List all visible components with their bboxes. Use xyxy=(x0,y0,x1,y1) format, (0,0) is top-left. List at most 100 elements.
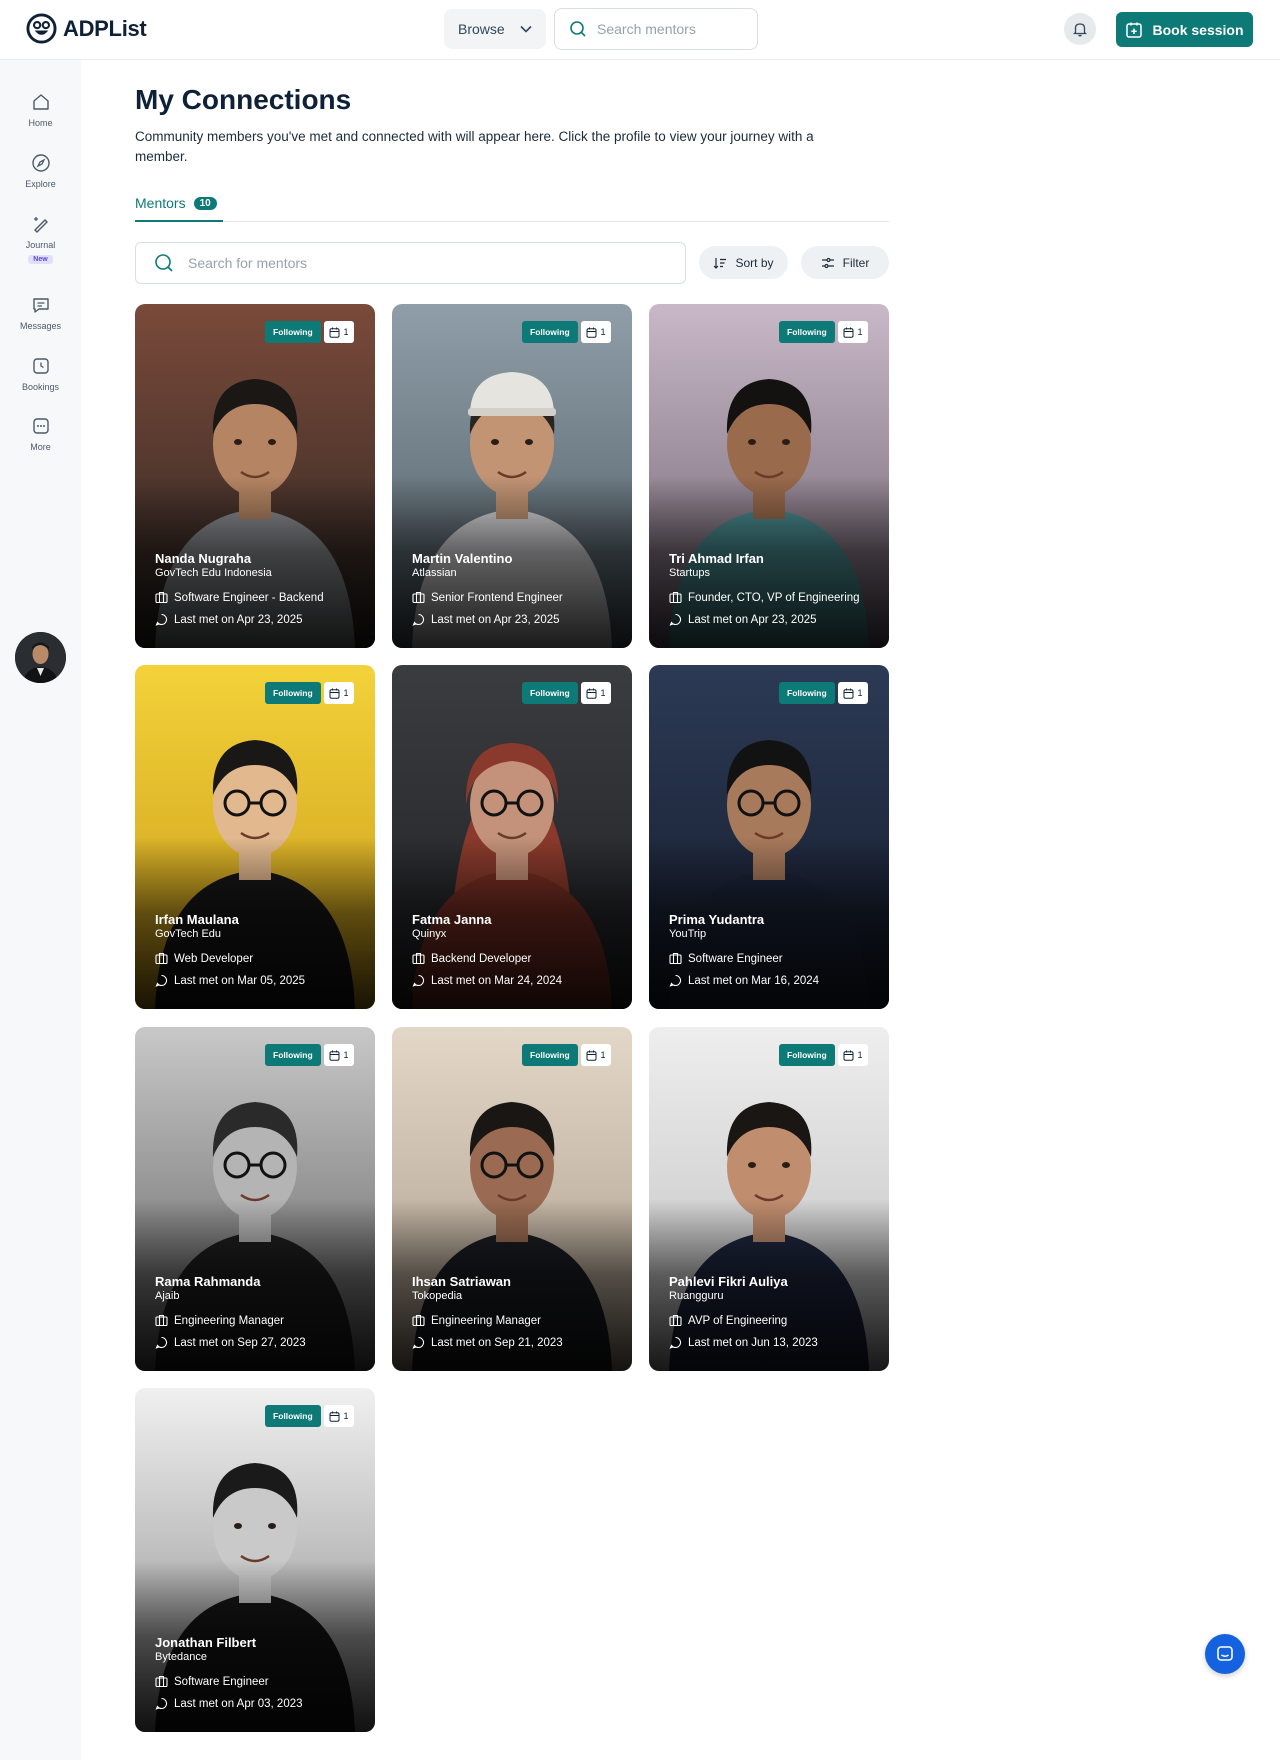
mentor-name: Ihsan Satriawan xyxy=(412,1274,511,1289)
avatar-image xyxy=(15,632,66,683)
sidebar-item-bookings[interactable]: Bookings xyxy=(0,356,81,392)
mentor-name: Nanda Nugraha xyxy=(155,551,252,566)
session-count-badge: 1 xyxy=(324,1044,354,1066)
clock-icon xyxy=(32,358,49,374)
browse-dropdown[interactable]: Browse xyxy=(444,9,546,49)
following-badge: Following xyxy=(522,682,578,704)
calendar-icon xyxy=(586,327,597,338)
mentor-role-text: Senior Frontend Engineer xyxy=(431,591,563,604)
mentor-card[interactable]: Following 1 Irfan Maulana GovTech Edu Web De… xyxy=(135,665,375,1009)
session-count: 1 xyxy=(343,1411,349,1421)
mentor-card[interactable]: Following 1 Pahlevi Fikri Auliya Ruangguru A… xyxy=(649,1027,889,1371)
sidebar-item-label: Messages xyxy=(19,321,62,331)
session-count-badge: 1 xyxy=(581,321,611,343)
app-name: ADPList xyxy=(63,15,147,41)
mentor-card[interactable]: Following 1 Rama Rahmanda Ajaib Engineering … xyxy=(135,1027,375,1371)
message-circle-icon xyxy=(412,1336,425,1349)
home-icon xyxy=(32,94,49,110)
book-session-label: Book session xyxy=(1152,21,1244,38)
mentor-last-met-text: Last met on Mar 24, 2024 xyxy=(431,974,563,987)
tab-count-badge: 10 xyxy=(193,197,217,210)
sidebar-item-label: Journal xyxy=(25,240,56,250)
mentor-role: Backend Developer xyxy=(412,952,531,965)
mentor-last-met: Last met on Sep 21, 2023 xyxy=(412,1336,563,1349)
sort-icon xyxy=(714,257,727,269)
calendar-icon xyxy=(329,327,340,338)
mentor-company: Ruangguru xyxy=(669,1290,724,1302)
mentor-last-met: Last met on Apr 23, 2025 xyxy=(669,613,817,626)
support-chat-button[interactable] xyxy=(1205,1634,1245,1674)
mentor-search-input[interactable] xyxy=(188,255,668,271)
building-icon xyxy=(412,1314,425,1327)
message-circle-icon xyxy=(155,613,168,626)
mentor-company: Tokopedia xyxy=(412,1290,463,1302)
header-search[interactable] xyxy=(554,8,758,50)
sidebar-item-home[interactable]: Home xyxy=(0,92,81,128)
sort-button[interactable]: Sort by xyxy=(699,246,788,279)
filter-label: Filter xyxy=(842,255,870,270)
calendar-icon xyxy=(586,688,597,699)
mentor-card[interactable]: Following 1 Fatma Janna Quinyx Backend Devel… xyxy=(392,665,632,1009)
mentor-last-met: Last met on Sep 27, 2023 xyxy=(155,1336,306,1349)
calendar-icon xyxy=(843,688,854,699)
calendar-icon xyxy=(843,327,854,338)
sidebar-item-more[interactable]: More xyxy=(0,416,81,452)
adplist-logo[interactable]: ADPList xyxy=(26,13,147,44)
mentor-last-met: Last met on Mar 05, 2025 xyxy=(155,974,305,987)
logo-smiley-icon xyxy=(26,13,57,44)
mentor-card[interactable]: Following 1 Martin Valentino Atlassian Senio… xyxy=(392,304,632,648)
sidebar-item-messages[interactable]: Messages xyxy=(0,295,81,331)
mentor-company: GovTech Edu xyxy=(155,928,222,940)
left-sidebar: Home Explore Journal New Messages Bookin… xyxy=(0,60,81,1760)
sidebar-item-journal[interactable]: Journal New xyxy=(0,214,81,264)
building-icon xyxy=(155,952,168,965)
mentor-card[interactable]: Following 1 Jonathan Filbert Bytedance Softw… xyxy=(135,1388,375,1732)
session-count: 1 xyxy=(343,688,349,698)
mentor-card[interactable]: Following 1 Tri Ahmad Irfan Startups Founder… xyxy=(649,304,889,648)
calendar-plus-icon xyxy=(1126,22,1143,38)
mentor-role: Engineering Manager xyxy=(412,1314,541,1327)
header-search-input[interactable] xyxy=(597,21,747,37)
session-count: 1 xyxy=(857,1050,863,1060)
mentor-card[interactable]: Following 1 Nanda Nugraha GovTech Edu Indon… xyxy=(135,304,375,648)
mentor-card[interactable]: Following 1 Ihsan Satriawan Tokopedia Engine… xyxy=(392,1027,632,1371)
message-circle-icon xyxy=(155,1336,168,1349)
ellipsis-icon xyxy=(32,418,49,434)
mentor-company: YouTrip xyxy=(669,928,707,940)
mentor-role: Senior Frontend Engineer xyxy=(412,591,563,604)
mentor-last-met-text: Last met on Apr 23, 2025 xyxy=(431,613,560,626)
message-circle-icon xyxy=(669,613,682,626)
message-circle-icon xyxy=(669,974,682,987)
following-badge: Following xyxy=(265,1044,321,1066)
mentor-name: Fatma Janna xyxy=(412,912,492,927)
session-count-badge: 1 xyxy=(581,1044,611,1066)
following-badge: Following xyxy=(265,682,321,704)
following-badge: Following xyxy=(522,1044,578,1066)
filter-button[interactable]: Filter xyxy=(801,246,889,279)
mentor-last-met-text: Last met on Sep 27, 2023 xyxy=(174,1336,306,1349)
sidebar-item-explore[interactable]: Explore xyxy=(0,153,81,189)
mentor-role-text: Software Engineer xyxy=(174,1675,269,1688)
session-count-badge: 1 xyxy=(581,682,611,704)
following-badge: Following xyxy=(779,682,835,704)
tab-mentors[interactable]: Mentors 10 xyxy=(135,195,223,222)
mentor-last-met: Last met on Mar 24, 2024 xyxy=(412,974,562,987)
book-session-button[interactable]: Book session xyxy=(1116,12,1253,47)
mentor-role: Software Engineer xyxy=(669,952,783,965)
building-icon xyxy=(412,952,425,965)
mentor-role: Founder, CTO, VP of Engineering xyxy=(669,591,860,604)
search-icon xyxy=(155,254,173,272)
mentor-search[interactable] xyxy=(135,242,686,284)
message-circle-icon xyxy=(412,613,425,626)
session-count-badge: 1 xyxy=(324,682,354,704)
mentor-company: Bytedance xyxy=(155,1651,207,1663)
mentor-company: Atlassian xyxy=(412,567,457,579)
mentor-role: Engineering Manager xyxy=(155,1314,284,1327)
following-badge: Following xyxy=(522,321,578,343)
user-avatar[interactable] xyxy=(15,632,66,683)
mentor-name: Jonathan Filbert xyxy=(155,1635,257,1650)
mentor-card[interactable]: Following 1 Prima Yudantra YouTrip Software … xyxy=(649,665,889,1009)
notifications-button[interactable] xyxy=(1064,13,1096,45)
mentor-role-text: Backend Developer xyxy=(431,952,532,965)
mentor-last-met-text: Last met on Apr 23, 2025 xyxy=(174,613,303,626)
